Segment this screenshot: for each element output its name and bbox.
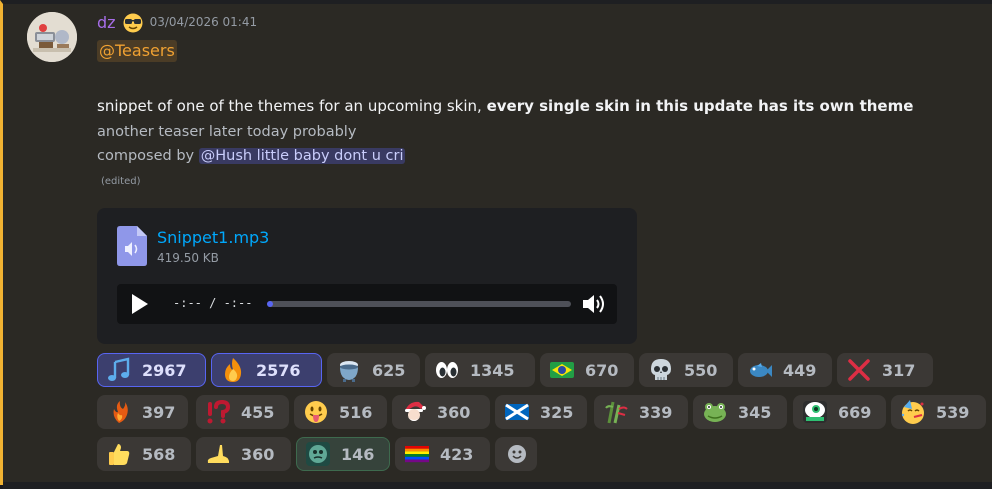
audio-player: -:-- / -:-- — [117, 284, 617, 324]
user-avatar[interactable] — [27, 12, 77, 62]
reaction-count: 146 — [341, 444, 375, 464]
reaction-cross-mark[interactable]: 317 — [837, 353, 933, 387]
reaction-count: 539 — [936, 402, 970, 422]
progress-fill — [267, 301, 274, 307]
tongue-face-icon — [305, 401, 327, 423]
reaction-bamboo[interactable]: 339 — [594, 395, 688, 429]
thumbs-up-icon — [109, 444, 130, 465]
reaction-cauldron[interactable]: 625 — [327, 353, 420, 387]
file-size: 419.50 KB — [157, 251, 219, 265]
reaction-count: 1345 — [470, 360, 515, 380]
reaction-count: 360 — [437, 402, 471, 422]
avatar-image — [27, 12, 77, 62]
phoenix-icon — [113, 401, 128, 423]
reaction-count: 2576 — [256, 360, 301, 380]
musical-note-icon — [108, 357, 130, 381]
reaction-count: 317 — [882, 360, 916, 380]
reaction-count: 625 — [372, 360, 406, 380]
bottom-divider — [3, 482, 992, 489]
flag-scotland-icon — [505, 403, 529, 421]
reaction-count: 568 — [142, 444, 176, 464]
timestamp: 03/04/2026 01:41 — [149, 15, 258, 29]
reaction-count: 669 — [838, 402, 872, 422]
bamboo-icon — [605, 401, 628, 424]
user-mention[interactable]: @Hush little baby dont u cri — [198, 148, 406, 164]
custom-avatar-icon — [306, 442, 330, 466]
play-icon[interactable] — [127, 292, 151, 316]
progress-bar[interactable] — [267, 301, 571, 307]
reaction-custom-green-eye[interactable]: 669 — [793, 395, 886, 429]
santa-icon — [405, 401, 426, 421]
volume-icon[interactable] — [581, 292, 607, 316]
reaction-rainbow-flag[interactable]: 423 — [395, 437, 490, 471]
message-line-2: another teaser later today probably — [97, 124, 357, 140]
reaction-count: 670 — [585, 360, 619, 380]
message-bold-text: every single skin in this update has its… — [486, 97, 914, 115]
message-line-1: snippet of one of the themes for an upco… — [97, 96, 913, 116]
reaction-tongue-face[interactable]: 516 — [294, 395, 387, 429]
edited-label: (edited) — [101, 176, 141, 187]
foot-icon — [207, 445, 229, 463]
reaction-count: 339 — [639, 402, 673, 422]
reaction-count: 449 — [783, 360, 817, 380]
reaction-santa[interactable]: 360 — [392, 395, 490, 429]
frog-icon — [704, 403, 726, 422]
sunglasses-face-icon — [123, 13, 143, 33]
reaction-partying-face[interactable]: 539 — [891, 395, 986, 429]
reaction-thumbs-up[interactable]: 568 — [97, 437, 191, 471]
message-line-3: composed by @Hush little baby dont u cri — [97, 146, 406, 166]
reaction-frog[interactable]: 345 — [693, 395, 787, 429]
reaction-count: 455 — [241, 402, 275, 422]
rainbow-flag-icon — [405, 446, 429, 463]
flag-brazil-icon — [550, 362, 574, 378]
audio-attachment: Snippet1.mp3 419.50 KB -:-- / -:-- — [97, 208, 637, 344]
reaction-count: 360 — [241, 444, 275, 464]
green-eye-icon — [803, 401, 827, 423]
reaction-skull[interactable]: 550 — [639, 353, 733, 387]
reaction-fish[interactable]: 449 — [738, 353, 832, 387]
reaction-musical-note[interactable]: 2967 — [97, 353, 206, 387]
add-reaction-icon — [508, 445, 526, 463]
reaction-flag-scotland[interactable]: 325 — [495, 395, 587, 429]
fire-icon — [225, 358, 242, 382]
reaction-count: 2967 — [142, 360, 187, 380]
message-text: snippet of one of the themes for an upco… — [97, 97, 487, 115]
reaction-interrobang[interactable]: 455 — [196, 395, 289, 429]
reaction-flag-brazil[interactable]: 670 — [540, 353, 634, 387]
message: dz 03/04/2026 01:41 @Teasers snippet of … — [0, 0, 992, 489]
eyes-icon — [436, 362, 458, 378]
cauldron-icon — [340, 361, 358, 382]
cross-mark-icon — [848, 359, 870, 381]
reaction-phoenix[interactable]: 397 — [97, 395, 188, 429]
reaction-count: 325 — [540, 402, 574, 422]
reaction-eyes[interactable]: 1345 — [425, 353, 535, 387]
reaction-count: 423 — [440, 444, 474, 464]
add-reaction-button[interactable] — [495, 437, 537, 471]
partying-face-icon — [901, 400, 924, 424]
reaction-count: 397 — [142, 402, 176, 422]
file-name-link[interactable]: Snippet1.mp3 — [157, 228, 269, 247]
time-display: -:-- / -:-- — [173, 296, 253, 310]
username[interactable]: dz — [97, 13, 116, 32]
reaction-count: 516 — [339, 402, 373, 422]
interrobang-icon — [207, 399, 231, 424]
role-mention[interactable]: @Teasers — [97, 40, 177, 62]
fish-icon — [750, 363, 772, 377]
reaction-foot[interactable]: 360 — [196, 437, 291, 471]
audio-file-icon — [117, 226, 147, 266]
message-header: dz 03/04/2026 01:41 — [97, 10, 257, 34]
reaction-count: 345 — [738, 402, 772, 422]
skull-icon — [651, 359, 671, 380]
composed-by-text: composed by — [97, 148, 199, 164]
reaction-fire[interactable]: 2576 — [211, 353, 322, 387]
reaction-count: 550 — [684, 360, 718, 380]
reaction-custom-avatar[interactable]: 146 — [296, 437, 390, 471]
